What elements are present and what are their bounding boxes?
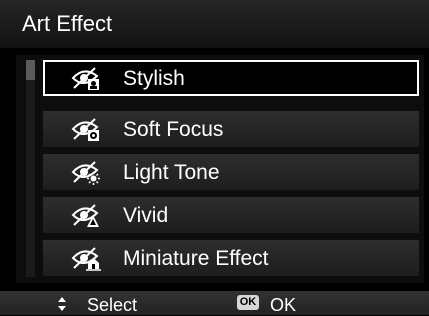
art-effect-stylish-icon [71,67,99,90]
scrollbar-thumb[interactable] [26,60,35,80]
art-effect-vivid-icon [71,204,99,227]
art-effect-soft-focus-icon [71,118,99,141]
title-bar: Art Effect [0,0,429,48]
menu-item-label: Soft Focus [123,118,224,141]
menu-item-vivid[interactable]: Vivid [43,197,419,233]
art-effect-miniature-icon [71,247,101,271]
menu-item-light-tone[interactable]: Light Tone [43,154,419,190]
bottom-hint-bar: Select OK OK [0,291,429,315]
art-effect-light-tone-icon [71,161,100,185]
up-down-arrow-icon [58,297,66,311]
menu-item-label: Light Tone [123,161,220,184]
menu-item-stylish[interactable]: Stylish [43,60,419,96]
select-hint-label: Select [87,295,138,315]
menu-item-label: Stylish [123,67,185,90]
scrollbar[interactable] [26,60,35,277]
menu-item-label: Vivid [123,204,169,227]
menu-item-miniature-effect[interactable]: Miniature Effect [43,240,419,276]
menu-item-soft-focus[interactable]: Soft Focus [43,111,419,147]
menu-item-label: Miniature Effect [123,247,269,270]
ok-button-icon: OK [237,295,259,310]
page-title: Art Effect [22,11,113,36]
ok-hint-label: OK [270,295,297,315]
